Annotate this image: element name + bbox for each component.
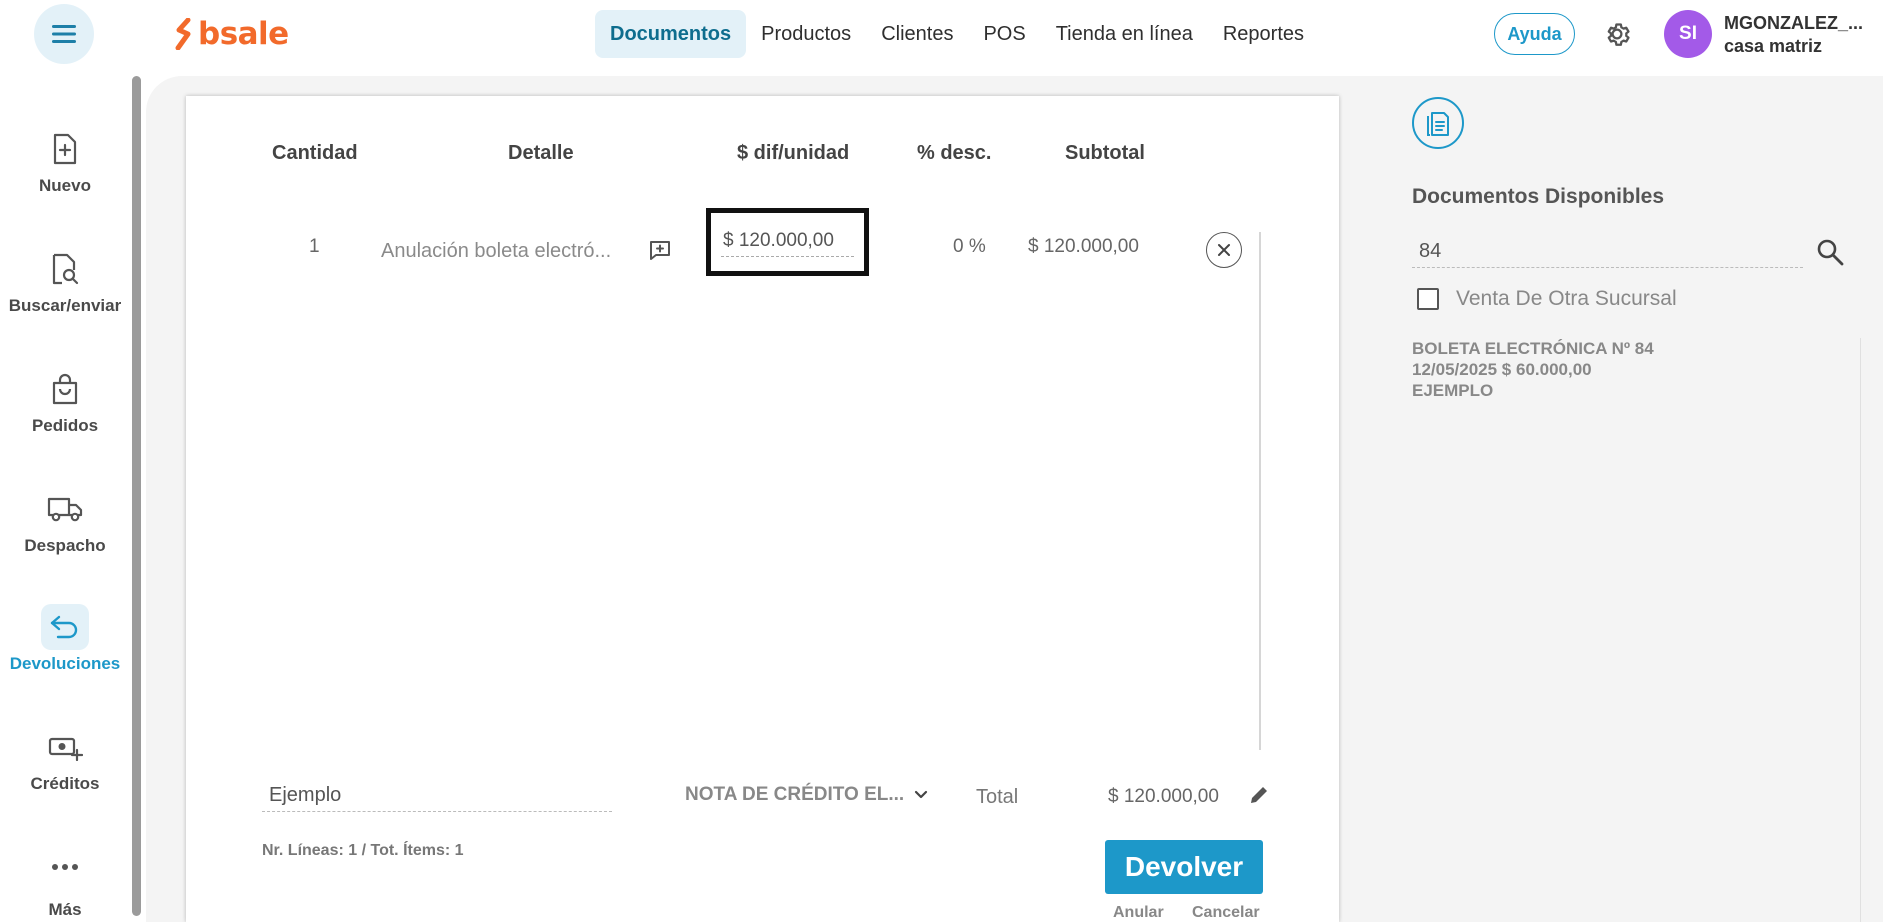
file-search-icon bbox=[52, 253, 79, 285]
user-branch: casa matriz bbox=[1724, 36, 1823, 56]
sidebar-item-label: Nuevo bbox=[39, 176, 91, 195]
document-type-value: NOTA DE CRÉDITO EL... bbox=[685, 784, 905, 805]
chevron-down-icon bbox=[915, 790, 928, 799]
main-nav: Documentos Productos Clientes POS Tienda… bbox=[595, 10, 1319, 58]
hamburger-menu-button[interactable] bbox=[34, 4, 94, 64]
devolver-button[interactable]: Devolver bbox=[1105, 840, 1263, 894]
document-client: EJEMPLO bbox=[1412, 381, 1494, 400]
row-discount[interactable]: 0 % bbox=[953, 236, 986, 258]
sidebar-item-mas[interactable]: Más bbox=[0, 844, 130, 920]
add-note-button[interactable] bbox=[648, 238, 672, 262]
cash-plus-icon bbox=[48, 737, 83, 761]
sidebar-item-devoluciones[interactable]: Devoluciones bbox=[0, 604, 130, 674]
other-branch-checkbox[interactable] bbox=[1417, 288, 1439, 310]
logo-text: bsale bbox=[198, 16, 289, 52]
document-title: BOLETA ELECTRÓNICA Nº 84 bbox=[1412, 339, 1654, 358]
sidebar-item-pedidos[interactable]: Pedidos bbox=[0, 366, 130, 436]
sidebar-item-nuevo[interactable]: Nuevo bbox=[0, 126, 130, 196]
nav-productos[interactable]: Productos bbox=[746, 10, 866, 58]
hamburger-icon bbox=[52, 25, 76, 43]
truck-icon bbox=[47, 497, 83, 522]
user-avatar[interactable]: SI bbox=[1664, 10, 1712, 58]
help-button[interactable]: Ayuda bbox=[1494, 13, 1575, 55]
more-dots-icon bbox=[52, 864, 78, 870]
nav-tienda-en-linea[interactable]: Tienda en línea bbox=[1041, 10, 1208, 58]
gear-icon bbox=[1607, 23, 1630, 46]
row-quantity[interactable]: 1 bbox=[309, 236, 320, 258]
total-value: $ 120.000,00 bbox=[1108, 786, 1219, 807]
unit-diff-highlight bbox=[706, 208, 869, 276]
panel-title: Documentos Disponibles bbox=[1412, 185, 1665, 208]
search-button[interactable] bbox=[1814, 236, 1846, 268]
comment-input[interactable] bbox=[262, 780, 612, 812]
lines-summary: Nr. Líneas: 1 / Tot. Ítems: 1 bbox=[262, 842, 464, 859]
sidebar-item-buscar-enviar[interactable]: Buscar/enviar bbox=[0, 246, 130, 316]
documents-icon bbox=[1427, 112, 1449, 136]
settings-button[interactable] bbox=[1600, 16, 1634, 52]
document-type-select[interactable]: NOTA DE CRÉDITO EL... bbox=[685, 784, 928, 806]
add-comment-icon bbox=[650, 241, 670, 260]
sidebar-scrollbar[interactable] bbox=[132, 76, 141, 916]
sidebar-item-label: Despacho bbox=[24, 536, 106, 555]
document-date-amount: 12/05/2025 $ 60.000,00 bbox=[1412, 360, 1592, 379]
file-plus-icon bbox=[53, 133, 77, 165]
user-info[interactable]: MGONZALEZ_... casa matriz bbox=[1724, 12, 1863, 58]
nav-clientes[interactable]: Clientes bbox=[866, 10, 968, 58]
column-header-subtotal: Subtotal bbox=[1065, 142, 1145, 164]
top-header: bsale Documentos Productos Clientes POS … bbox=[0, 0, 1883, 68]
column-header-detail: Detalle bbox=[508, 142, 574, 164]
total-label: Total bbox=[976, 786, 1019, 808]
other-branch-label[interactable]: Venta De Otra Sucursal bbox=[1456, 287, 1677, 311]
nav-pos[interactable]: POS bbox=[968, 10, 1040, 58]
sidebar-item-despacho[interactable]: Despacho bbox=[0, 486, 130, 556]
panel-divider bbox=[1860, 338, 1861, 922]
column-header-discount: % desc. bbox=[917, 142, 992, 164]
column-header-quantity: Cantidad bbox=[272, 142, 358, 164]
unit-diff-input[interactable] bbox=[721, 225, 854, 257]
remove-row-button[interactable] bbox=[1206, 232, 1242, 268]
row-detail[interactable]: Anulación boleta electró... bbox=[381, 240, 611, 263]
sidebar-item-label: Devoluciones bbox=[9, 654, 121, 673]
pencil-icon bbox=[1251, 787, 1267, 803]
close-icon bbox=[1218, 244, 1230, 256]
edit-total-button[interactable] bbox=[1248, 784, 1270, 806]
row-subtotal: $ 120.000,00 bbox=[1028, 236, 1139, 257]
nav-reportes[interactable]: Reportes bbox=[1208, 10, 1319, 58]
sidebar-item-creditos[interactable]: Créditos bbox=[0, 724, 130, 794]
user-name: MGONZALEZ_... bbox=[1724, 13, 1863, 33]
table-scrollbar[interactable] bbox=[1259, 232, 1261, 750]
sidebar: Nuevo Buscar/enviar Pedidos Despacho Dev… bbox=[0, 68, 130, 922]
sidebar-item-label: Más bbox=[48, 900, 82, 919]
sidebar-item-label: Buscar/enviar bbox=[8, 296, 122, 315]
available-document-item[interactable]: BOLETA ELECTRÓNICA Nº 84 12/05/2025 $ 60… bbox=[1412, 338, 1654, 401]
cancelar-link[interactable]: Cancelar bbox=[1192, 904, 1260, 922]
sidebar-item-label: Pedidos bbox=[31, 416, 99, 435]
anular-link[interactable]: Anular bbox=[1113, 904, 1164, 922]
nav-documentos[interactable]: Documentos bbox=[595, 10, 747, 58]
bsale-logo-mark-icon bbox=[175, 18, 191, 50]
document-search-input[interactable] bbox=[1412, 236, 1803, 268]
search-icon bbox=[1817, 239, 1844, 266]
column-header-unit-diff: $ dif/unidad bbox=[737, 142, 850, 164]
shopping-bag-icon bbox=[52, 373, 78, 405]
sidebar-item-label: Créditos bbox=[30, 774, 100, 793]
return-arrow-icon bbox=[50, 615, 78, 639]
documents-panel-button[interactable] bbox=[1412, 97, 1464, 149]
bsale-logo[interactable]: bsale bbox=[174, 14, 289, 54]
